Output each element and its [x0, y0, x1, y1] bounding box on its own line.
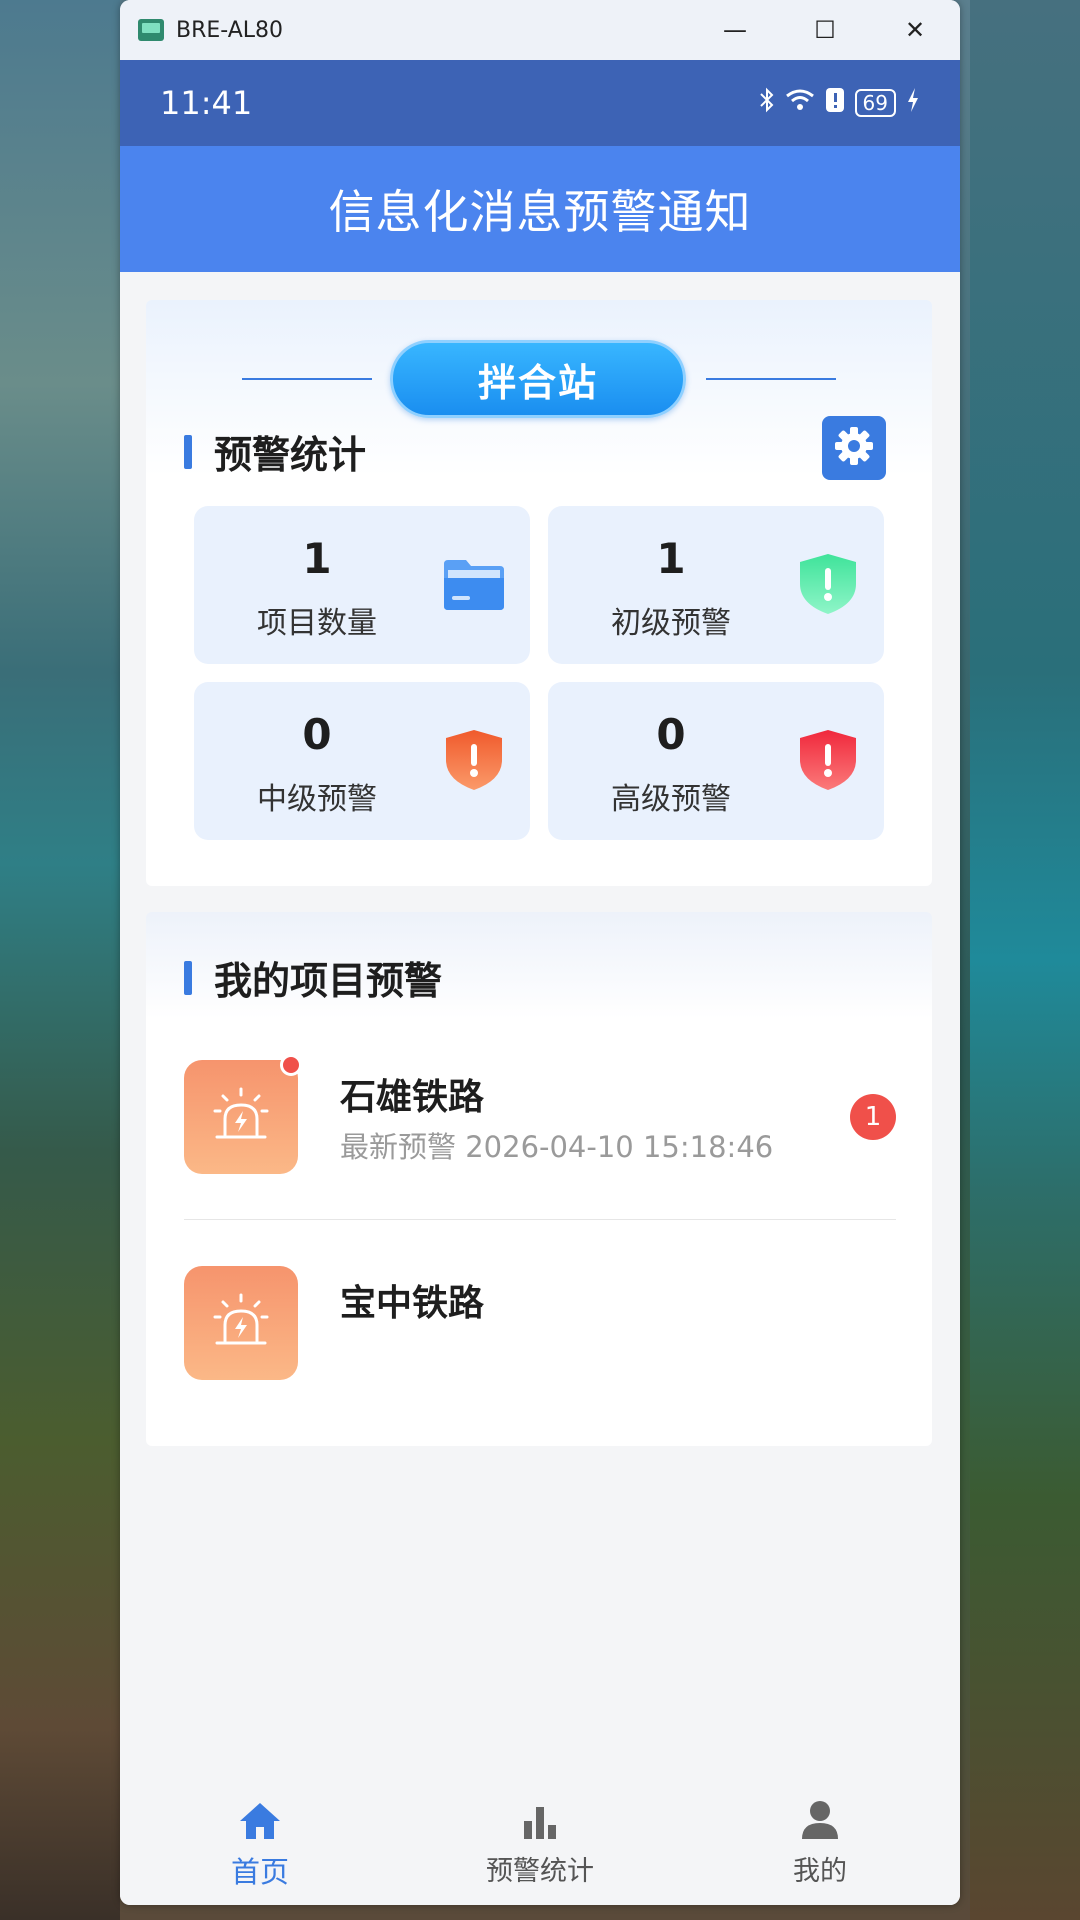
warning-count-badge: 1 [850, 1094, 896, 1140]
tab-label: 预警统计 [486, 1856, 594, 1887]
status-time: 11:41 [160, 84, 253, 122]
gear-icon [833, 425, 875, 471]
section-accent-bar [184, 434, 192, 469]
app-header: 信息化消息预警通知 [120, 146, 960, 272]
stat-tile-project-count[interactable]: 1 项目数量 [194, 506, 530, 664]
tab-label: 我的 [793, 1856, 847, 1887]
bluetooth-icon [759, 87, 775, 119]
project-name: 石雄铁路 [340, 1077, 485, 1118]
desktop-background-left [0, 0, 120, 1920]
charging-icon [906, 87, 920, 119]
folder-icon [440, 550, 508, 618]
stat-label: 高级预警 [611, 782, 731, 817]
alarm-light-icon [184, 1060, 298, 1174]
tab-warning-stats[interactable]: 预警统计 [400, 1771, 680, 1905]
desktop-background-right [970, 0, 1080, 1920]
tab-mine[interactable]: 我的 [680, 1771, 960, 1905]
divider-line-left [242, 378, 372, 380]
stat-value: 1 [656, 534, 686, 583]
stat-label: 初级预警 [611, 606, 731, 641]
projects-section-label: 我的项目预警 [214, 959, 443, 1003]
emulator-window: BRE-AL80 — ☐ ✕ 11:41 69 信息化消息预警通知 拌合站 预警… [120, 0, 960, 1905]
user-icon [796, 1797, 844, 1841]
settings-button[interactable] [822, 416, 886, 480]
stat-value: 0 [656, 710, 686, 759]
alert-status-icon [825, 87, 845, 119]
unread-dot [280, 1054, 302, 1076]
green-shield-icon [794, 550, 862, 618]
window-titlebar[interactable]: BRE-AL80 — ☐ ✕ [120, 0, 960, 60]
window-title: BRE-AL80 [176, 17, 284, 43]
project-item-1[interactable]: 宝中铁路 [184, 1266, 896, 1382]
project-item-0[interactable]: 石雄铁路 最新预警 2026-04-10 15:18:46 1 [184, 1054, 896, 1176]
battery-indicator: 69 [854, 89, 896, 117]
stat-label: 项目数量 [257, 606, 377, 641]
my-project-warnings-card: 我的项目预警 石雄铁路 最新预警 2026-04-10 15:18:46 1 宝… [146, 912, 932, 1446]
stat-tile-primary-warning[interactable]: 1 初级预警 [548, 506, 884, 664]
station-selector-button[interactable]: 拌合站 [390, 340, 686, 418]
stats-section-title: 预警统计 [184, 424, 366, 479]
section-accent-bar [184, 960, 192, 995]
bottom-tab-bar: 首页 预警统计 我的 [120, 1771, 960, 1905]
project-name: 宝中铁路 [340, 1283, 485, 1324]
orange-shield-icon [440, 726, 508, 794]
stat-tile-high-warning[interactable]: 0 高级预警 [548, 682, 884, 840]
home-icon [236, 1797, 284, 1841]
minimize-button[interactable]: — [690, 0, 780, 60]
wifi-icon [785, 88, 815, 118]
list-divider [184, 1219, 896, 1220]
alarm-light-icon [184, 1266, 298, 1380]
maximize-button[interactable]: ☐ [780, 0, 870, 60]
app-window-icon [138, 19, 164, 41]
latest-warning-time: 最新预警 2026-04-10 15:18:46 [340, 1130, 774, 1164]
stats-section-label: 预警统计 [214, 433, 367, 477]
tab-home[interactable]: 首页 [120, 1771, 400, 1905]
stat-tile-medium-warning[interactable]: 0 中级预警 [194, 682, 530, 840]
close-button[interactable]: ✕ [870, 0, 960, 60]
bar-chart-icon [516, 1797, 564, 1841]
projects-section-title: 我的项目预警 [184, 950, 442, 1005]
red-shield-icon [794, 726, 862, 794]
tab-label: 首页 [230, 1855, 289, 1889]
warning-stats-card: 拌合站 预警统计 1 项目数量 1 初级预警 0 中级预警 0 高级预警 [146, 300, 932, 886]
page-title: 信息化消息预警通知 [328, 185, 752, 239]
phone-status-bar: 11:41 69 [120, 60, 960, 146]
divider-line-right [706, 378, 836, 380]
stat-value: 0 [302, 710, 332, 759]
stat-value: 1 [302, 534, 332, 583]
stat-label: 中级预警 [257, 782, 377, 817]
